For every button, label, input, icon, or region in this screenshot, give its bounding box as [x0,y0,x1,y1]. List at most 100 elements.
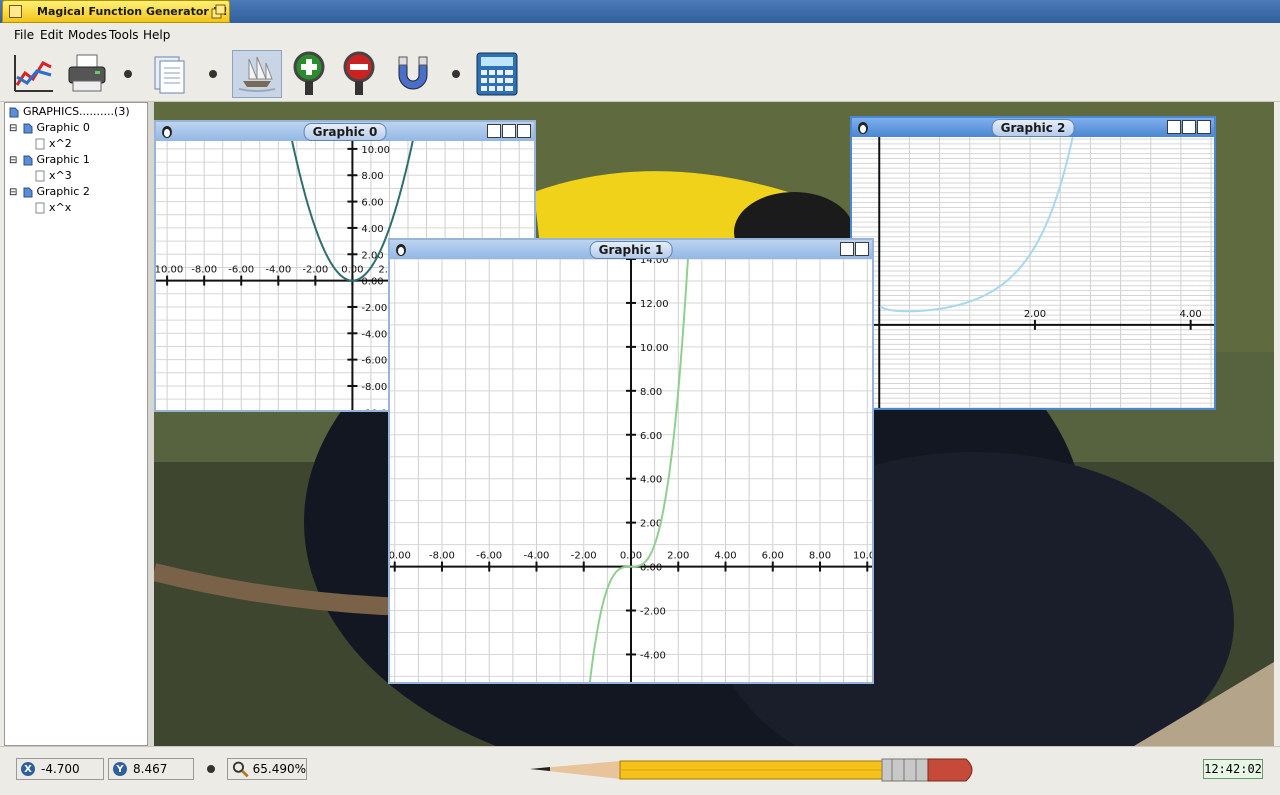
print-button[interactable] [64,50,110,98]
y-tick-label: 4.00 [361,224,383,235]
function-file-icon [35,138,45,150]
x-coordinate-field: X -4.700 [16,758,104,780]
x-tick-label: 4.00 [1180,309,1202,320]
window-title: Magical Function Generator !!! [37,5,228,18]
maximize-icon[interactable] [855,242,869,256]
y-tick-label: -4.00 [361,329,387,340]
menu-tools[interactable]: Tools [109,28,139,42]
maximize-icon[interactable] [211,4,227,20]
tree-leaf-label: x^2 [49,137,72,150]
ship-icon [238,56,276,92]
tree-leaf-function[interactable]: x^3 [35,169,72,182]
new-graphic-button[interactable] [10,50,56,98]
desktop-pane: Graphic 0 -10.00 -8.00 -6.00 -4.00 -2.00 0.00… [154,102,1274,746]
zoom-out-icon [343,51,375,95]
x-tick-label: -2.00 [571,551,597,562]
tree-item-label: Graphic 0 [36,121,90,134]
x-tick-label: -6.00 [228,265,254,276]
graphic-1-plot[interactable]: -10.00 -8.00 -6.00 -4.00 -2.00 0.00 2.00 4.00 6.… [390,259,872,683]
graphic-1-titlebar[interactable]: Graphic 1 [390,240,872,259]
graphic-node-icon [23,155,32,166]
y-tick-label: -2.00 [640,607,666,618]
graphic-2-titlebar[interactable]: Graphic 2 [852,118,1214,137]
zoom-in-button[interactable] [286,50,332,98]
y-tick-label: -6.00 [361,356,387,367]
tree-root[interactable]: GRAPHICS..........(3) [9,105,130,118]
tree-leaf-label: x^x [49,201,72,214]
document-icon [154,56,185,94]
tree-item-label: Graphic 2 [36,185,90,198]
minimize-icon[interactable] [487,124,501,138]
x-tick-label: 2.00 [1024,309,1046,320]
y-tick-label: 6.00 [640,431,662,442]
penguin-icon [858,122,868,134]
minimize-icon[interactable] [1167,120,1181,134]
y-tick-label: 14.00 [640,259,669,266]
graphic-0-title: Graphic 0 [303,123,387,141]
penguin-icon [396,244,406,256]
toolbar-separator [124,70,132,78]
clock: 12:42:02 [1203,759,1263,779]
y-tick-label: 8.00 [640,387,662,398]
window-controls [1167,120,1211,134]
graphic-node-icon [23,123,32,134]
maximize-icon[interactable] [502,124,516,138]
tree-item-graphic-0[interactable]: ⊟ Graphic 0 [9,121,90,134]
y-tick-label: 10.00 [361,145,390,156]
minimize-icon[interactable] [840,242,854,256]
toolbar [0,46,1280,102]
x-coordinate-value: -4.700 [41,762,80,776]
menu-bar: File Edit Modes Tools Help [0,25,1280,45]
maximize-icon[interactable] [1182,120,1196,134]
tree-item-graphic-2[interactable]: ⊟ Graphic 2 [9,185,90,198]
function-file-icon [35,202,45,214]
tree-expand-icon[interactable]: ⊟ [9,155,19,166]
tree-item-label: Graphic 1 [36,153,90,166]
zoom-value: 65.490% [252,762,306,776]
main-window: Magical Function Generator !!! File Edit… [0,0,1280,795]
tree-leaf-function[interactable]: x^x [35,201,71,214]
close-icon[interactable] [1197,120,1211,134]
x-tick-label: -10.00 [156,265,183,276]
y-tick-label: 8.00 [361,171,383,182]
close-icon[interactable] [517,124,531,138]
graphic-2-plot[interactable]: 2.00 4.00 [852,137,1214,409]
x-tick-label: 10.00 [853,551,872,562]
tree-item-graphic-1[interactable]: ⊟ Graphic 1 [9,153,90,166]
tree-expand-icon[interactable]: ⊟ [9,187,19,198]
magnet-icon [398,56,428,90]
zoom-out-button[interactable] [336,50,382,98]
magnet-button[interactable] [390,50,436,98]
window-controls [487,124,531,138]
graphic-2-window[interactable]: Graphic 2 2.00 4.00 [850,116,1216,410]
pencil-icon [530,758,973,782]
y-coordinate-field: Y 8.467 [108,758,194,780]
x-tick-label: -8.00 [191,265,217,276]
document-button[interactable] [146,50,192,98]
tree-expand-icon[interactable]: ⊟ [9,123,19,134]
background-button[interactable] [232,50,282,98]
menu-modes[interactable]: Modes [68,28,107,42]
function-file-icon [35,170,45,182]
graphic-0-titlebar[interactable]: Graphic 0 [156,122,534,141]
y-tick-label: 4.00 [640,475,662,486]
graphic-node-icon [23,187,32,198]
x-tick-label: 8.00 [809,551,831,562]
calculator-button[interactable] [474,50,520,98]
menu-help[interactable]: Help [143,28,170,42]
x-tick-label: 0.00 [341,265,363,276]
y-tick-label: 10.00 [640,343,669,354]
y-tick-label: 0.00 [361,277,383,288]
tree-leaf-label: x^3 [49,169,72,182]
menu-file[interactable]: File [14,28,34,42]
y-tick-label: -8.00 [361,382,387,393]
menu-edit[interactable]: Edit [40,28,63,42]
tree-leaf-function[interactable]: x^2 [35,137,72,150]
x-tick-label: -10.00 [390,551,411,562]
y-coordinate-value: 8.467 [133,762,168,776]
graphic-1-window[interactable]: Graphic 1 -10.00 -8.00 -6.00 -4.00 -2.00 0.00… [388,238,874,684]
grid [852,137,1214,408]
x-tick-label: -6.00 [476,551,502,562]
title-tab[interactable]: Magical Function Generator !!! [2,0,230,23]
tree-root-label: GRAPHICS..........(3) [23,105,130,118]
